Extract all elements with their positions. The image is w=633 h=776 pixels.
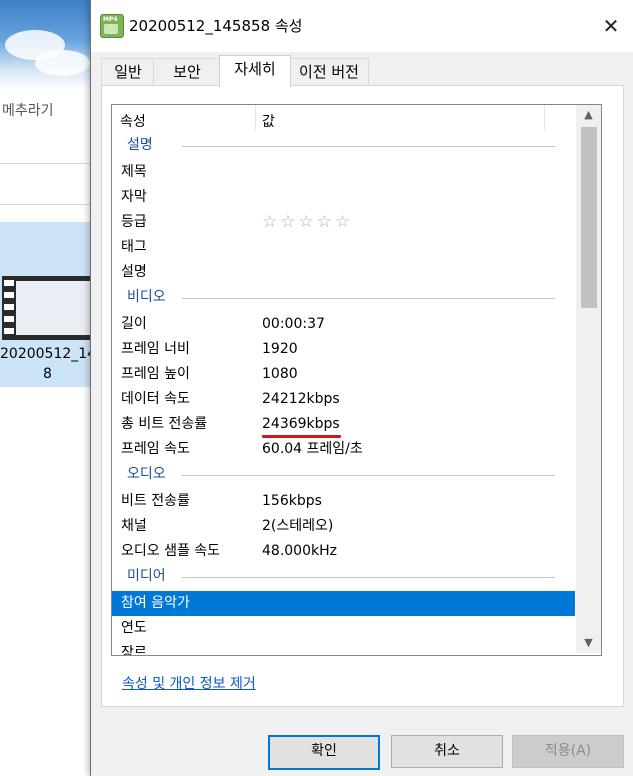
tab-security[interactable]: 보안 xyxy=(153,58,221,86)
property-rows: 설명 제목 자막 등급 ☆☆☆☆☆ 태그 설명 비디오 길이 00:00:37 프레임 너비 1920… xyxy=(112,133,575,656)
file-name-line: 20200512_14 xyxy=(0,346,97,362)
rating-stars[interactable]: ☆☆☆☆☆ xyxy=(262,210,353,235)
property-list[interactable]: 속성 값 설명 제목 자막 등급 ☆☆☆☆☆ 태그 설명 비디오 길이 00:00:37 프레임 너… xyxy=(111,104,602,656)
title-bar[interactable]: MP4 20200512_145858 속성 ✕ xyxy=(91,0,633,52)
column-divider[interactable] xyxy=(255,105,256,131)
section-divider xyxy=(182,577,555,578)
tab-general[interactable]: 일반 xyxy=(101,58,155,86)
section-header[interactable]: 비디오 xyxy=(112,285,575,312)
property-name: 데이터 속도 xyxy=(121,391,190,407)
property-value: 156kbps xyxy=(262,493,322,509)
scrollbar-thumb[interactable] xyxy=(581,127,597,308)
file-type-badge: MP4 xyxy=(103,16,118,23)
property-value: 24212kbps xyxy=(262,391,340,407)
cloud xyxy=(35,50,90,76)
property-row[interactable]: 연도 xyxy=(112,616,575,641)
property-name: 연도 xyxy=(121,620,147,636)
section-divider xyxy=(182,475,555,476)
apply-button[interactable]: 적용(A) xyxy=(512,735,624,768)
property-name: 프레임 높이 xyxy=(121,366,190,382)
property-row[interactable]: 장르 xyxy=(112,641,575,656)
section-label: 설명 xyxy=(127,137,153,153)
property-row[interactable]: 채널 2(스테레오) xyxy=(112,514,575,539)
file-icon-body xyxy=(104,24,118,34)
property-row[interactable]: 오디오 샘플 속도 48.000kHz xyxy=(112,539,575,564)
property-value: 00:00:37 xyxy=(262,316,325,332)
property-row[interactable]: 설명 xyxy=(112,260,575,285)
property-name: 제목 xyxy=(121,164,147,180)
property-row[interactable]: 길이 00:00:37 xyxy=(112,312,575,337)
property-row[interactable]: 프레임 너비 1920 xyxy=(112,337,575,362)
section-label: 비디오 xyxy=(127,289,166,305)
property-name: 채널 xyxy=(121,518,147,534)
property-value: 60.04 프레임/초 xyxy=(262,441,363,457)
tab-previous-versions[interactable]: 이전 버전 xyxy=(289,58,369,86)
scroll-down-icon[interactable]: ▼ xyxy=(576,633,601,653)
cancel-button[interactable]: 취소 xyxy=(391,735,503,768)
property-row[interactable]: 비트 전송률 156kbps xyxy=(112,489,575,514)
property-name: 태그 xyxy=(121,239,147,255)
property-value: 2(스테레오) xyxy=(262,518,334,534)
property-value: 1920 xyxy=(262,341,298,357)
section-divider xyxy=(182,298,555,299)
section-divider xyxy=(182,146,555,147)
section-label: 미디어 xyxy=(127,568,166,584)
list-header: 속성 값 xyxy=(112,105,575,133)
column-header-value[interactable]: 값 xyxy=(262,111,275,131)
property-row[interactable]: 프레임 속도 60.04 프레임/초 xyxy=(112,437,575,462)
property-name: 오디오 샘플 속도 xyxy=(121,543,221,559)
close-icon: ✕ xyxy=(602,14,620,38)
explorer-ribbon-label[interactable]: 메추라기 xyxy=(2,100,54,120)
column-header-property[interactable]: 속성 xyxy=(120,111,146,131)
film-strip-hole xyxy=(4,328,14,334)
vertical-scrollbar[interactable]: ▲ ▼ xyxy=(576,105,601,653)
property-name: 참여 음악가 xyxy=(121,595,190,611)
property-row[interactable]: 자막 xyxy=(112,185,575,210)
film-strip-hole xyxy=(4,292,14,298)
tab-details[interactable]: 자세히 xyxy=(219,55,291,87)
ok-button[interactable]: 확인 xyxy=(268,735,380,770)
property-row[interactable]: 데이터 속도 24212kbps xyxy=(112,387,575,412)
property-name: 프레임 속도 xyxy=(121,441,190,457)
property-row[interactable]: 총 비트 전송률 24369kbps xyxy=(112,412,575,438)
column-divider[interactable] xyxy=(544,105,545,131)
section-header[interactable]: 미디어 xyxy=(112,564,575,591)
property-name: 길이 xyxy=(121,316,147,332)
property-value: 1080 xyxy=(262,366,298,382)
film-strip-hole xyxy=(4,304,14,310)
file-name-label[interactable]: 20200512_14 8 xyxy=(0,344,97,384)
properties-dialog: MP4 20200512_145858 속성 ✕ 일반 보안 자세히 이전 버전… xyxy=(90,0,633,776)
close-button[interactable]: ✕ xyxy=(588,0,633,52)
file-name-line: 8 xyxy=(43,366,52,382)
property-row[interactable]: 태그 xyxy=(112,235,575,260)
scroll-up-icon[interactable]: ▲ xyxy=(576,105,601,125)
section-header[interactable]: 오디오 xyxy=(112,462,575,489)
section-header[interactable]: 설명 xyxy=(112,133,575,160)
remove-properties-link[interactable]: 속성 및 개인 정보 제거 xyxy=(122,673,256,693)
film-strip-hole xyxy=(4,280,14,286)
property-value: 48.000kHz xyxy=(262,543,337,559)
property-name: 설명 xyxy=(121,264,147,280)
explorer-window xyxy=(0,90,95,776)
property-row[interactable]: 등급 ☆☆☆☆☆ xyxy=(112,210,575,235)
property-row[interactable]: 프레임 높이 1080 xyxy=(112,362,575,387)
property-value: 24369kbps xyxy=(262,416,340,432)
video-thumbnail[interactable] xyxy=(2,276,94,340)
thumbnail-preview xyxy=(16,281,92,335)
explorer-divider xyxy=(0,163,95,164)
property-name: 프레임 너비 xyxy=(121,341,190,357)
property-name: 비트 전송률 xyxy=(121,493,190,509)
property-row[interactable]: 제목 xyxy=(112,160,575,185)
film-strip-hole xyxy=(4,316,14,322)
dialog-title: 20200512_145858 속성 xyxy=(129,17,303,35)
property-name: 총 비트 전송률 xyxy=(121,416,208,432)
mp4-file-icon: MP4 xyxy=(100,14,124,38)
explorer-divider xyxy=(0,204,95,205)
property-name: 장르 xyxy=(121,645,147,656)
section-label: 오디오 xyxy=(127,466,166,482)
property-name: 자막 xyxy=(121,189,147,205)
property-row[interactable]: 참여 음악가 xyxy=(112,591,575,616)
property-name: 등급 xyxy=(121,214,147,230)
